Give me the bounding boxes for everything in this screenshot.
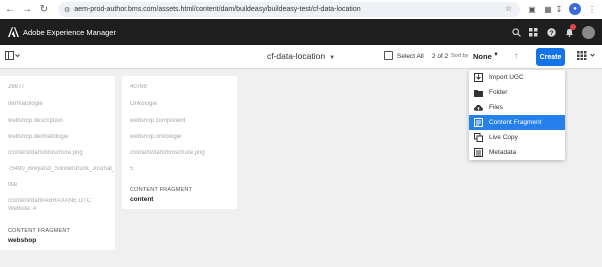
select-all-button[interactable]: Select All	[397, 53, 424, 60]
profile-glyph: ●	[573, 6, 577, 12]
card-meta-line: 26677	[8, 84, 25, 90]
card-meta-line: 5	[130, 166, 134, 172]
browser-profile-icon[interactable]: ●	[569, 3, 581, 15]
menu-item-label: Folder	[489, 89, 508, 96]
menu-item-content-fragment[interactable]: Content Fragment	[469, 115, 565, 130]
card-meta-line: /content/dam/broschure.png	[130, 150, 205, 156]
card-meta-line: webshop.dermatologie	[8, 134, 69, 140]
create-dropdown-menu: Import UGC Folder Files Content Fragment…	[469, 70, 565, 160]
card-meta-line: dermatologie	[8, 101, 43, 107]
svg-text:?: ?	[549, 30, 553, 37]
card-meta-line: title	[8, 182, 18, 188]
card-title[interactable]: content	[130, 196, 153, 203]
url-text: aem-prod-author.bms.com/assets.html/cont…	[74, 6, 361, 13]
create-button[interactable]: Create	[536, 48, 565, 66]
help-icon[interactable]: ?	[544, 25, 558, 39]
content-fragment-card[interactable]: 40768 Onkologie webshop component websho…	[122, 76, 237, 209]
browser-menu-icon[interactable]: ⋮	[586, 3, 598, 15]
back-icon[interactable]: ←	[3, 3, 17, 17]
menu-item-label: Live Copy	[489, 134, 518, 141]
menu-item-label: Metadata	[489, 149, 517, 156]
site-info-icon[interactable]: ⚙	[64, 6, 70, 14]
card-meta-line: 40768	[130, 84, 147, 90]
import-icon	[474, 73, 483, 82]
chevron-down-icon: ▼	[329, 55, 336, 61]
app-title[interactable]: Adobe Experience Manager	[23, 28, 116, 37]
menu-item-import-ugc[interactable]: Import UGC	[469, 70, 565, 85]
sort-by-select[interactable]: None	[473, 52, 492, 61]
menu-item-label: Files	[489, 104, 503, 111]
user-avatar[interactable]	[581, 25, 595, 39]
metadata-icon	[474, 148, 483, 157]
menu-item-live-copy[interactable]: Live Copy	[469, 130, 565, 145]
card-type-label: CONTENT FRAGMENT	[8, 228, 71, 234]
sort-chevron-down-icon[interactable]: ▼	[493, 52, 499, 58]
bookmark-star-icon[interactable]: ☆	[505, 4, 512, 13]
sort-direction-arrow-icon[interactable]: ↑	[514, 51, 518, 60]
card-title[interactable]: webshop	[8, 237, 36, 244]
forward-icon[interactable]: →	[20, 3, 34, 17]
folder-title[interactable]: cf-data-location ▼	[0, 51, 602, 61]
card-meta-line: /content/dam/ABRAXANE DTC	[8, 198, 92, 204]
folder-icon	[474, 88, 483, 97]
page-count: 2 of 2	[432, 53, 449, 60]
card-meta-line: webshop description	[8, 118, 63, 124]
avatar-icon	[581, 25, 595, 39]
view-switcher-icon[interactable]	[577, 51, 597, 62]
download-icon[interactable]: ↧	[553, 3, 565, 15]
content-fragment-card[interactable]: 26677 dermatologie webshop description w…	[0, 76, 115, 250]
extensions-icon[interactable]: ▣	[526, 3, 538, 15]
action-bar: cf-data-location ▼ Select All 2 of 2 Sort…	[0, 45, 602, 69]
adobe-logo-icon[interactable]	[6, 25, 20, 39]
card-meta-line: /content/dam/broschure.png	[8, 150, 83, 156]
select-all-icon[interactable]	[384, 51, 393, 60]
search-icon[interactable]	[509, 25, 523, 39]
card-meta-line: webshop.onkologie	[130, 134, 182, 140]
notifications-bell-icon[interactable]	[562, 24, 576, 39]
aem-header: Adobe Experience Manager ?	[0, 19, 602, 45]
menu-item-files[interactable]: Files	[469, 100, 565, 115]
address-bar[interactable]: ⚙ aem-prod-author.bms.com/assets.html/co…	[58, 2, 520, 17]
card-meta-line: 75490_Breyanzi_Sonderdruck_Journal_Oncol…	[8, 166, 114, 172]
sort-by-label: Sort by	[451, 53, 469, 59]
menu-item-label: Import UGC	[489, 74, 524, 81]
live-copy-icon	[474, 133, 483, 142]
card-meta-line: Onkologie	[130, 101, 158, 107]
card-type-label: CONTENT FRAGMENT	[130, 187, 193, 193]
solutions-grid-icon[interactable]	[526, 25, 540, 39]
reload-icon[interactable]: ↻	[37, 3, 51, 17]
card-meta-line: webshop component	[130, 118, 186, 124]
notification-badge	[570, 24, 576, 30]
content-fragment-icon	[474, 118, 483, 127]
menu-item-metadata[interactable]: Metadata	[469, 145, 565, 160]
folder-title-text: cf-data-location	[266, 51, 326, 61]
card-meta-line: Website..4	[8, 206, 37, 212]
browser-toolbar: ← → ↻ ⚙ aem-prod-author.bms.com/assets.h…	[0, 0, 602, 19]
menu-item-label: Content Fragment	[489, 119, 542, 126]
upload-icon	[474, 103, 483, 112]
menu-item-folder[interactable]: Folder	[469, 85, 565, 100]
